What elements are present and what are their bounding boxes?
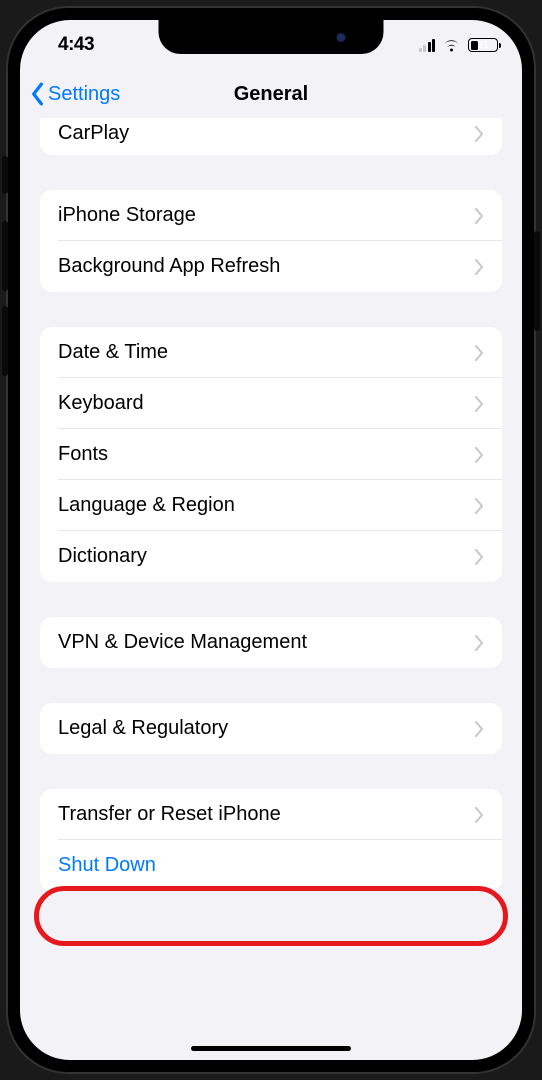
chevron-right-icon xyxy=(475,396,484,412)
section-vpn: VPN & Device Management xyxy=(40,617,502,668)
volume-down-button xyxy=(2,306,8,376)
section-legal: Legal & Regulatory xyxy=(40,703,502,754)
row-label: Language & Region xyxy=(58,494,235,517)
chevron-right-icon xyxy=(475,721,484,737)
mute-switch xyxy=(2,156,8,194)
section-storage: iPhone Storage Background App Refresh xyxy=(40,190,502,292)
row-dictionary[interactable]: Dictionary xyxy=(40,531,502,582)
row-date-time[interactable]: Date & Time xyxy=(40,327,502,378)
cellular-icon xyxy=(419,39,436,52)
row-background-app-refresh[interactable]: Background App Refresh xyxy=(40,241,502,292)
section-locale: Date & Time Keyboard Fonts Language & Re… xyxy=(40,327,502,582)
wifi-icon xyxy=(442,38,461,52)
chevron-right-icon xyxy=(475,498,484,514)
row-label: VPN & Device Management xyxy=(58,631,307,654)
chevron-right-icon xyxy=(475,549,484,565)
row-keyboard[interactable]: Keyboard xyxy=(40,378,502,429)
row-label: Background App Refresh xyxy=(58,255,280,278)
row-fonts[interactable]: Fonts xyxy=(40,429,502,480)
screen: 4:43 31 Settings General xyxy=(20,20,522,1060)
row-language-region[interactable]: Language & Region xyxy=(40,480,502,531)
chevron-right-icon xyxy=(475,126,484,142)
row-carplay[interactable]: CarPlay xyxy=(40,118,502,155)
row-label: iPhone Storage xyxy=(58,204,196,227)
row-iphone-storage[interactable]: iPhone Storage xyxy=(40,190,502,241)
section-carplay: CarPlay xyxy=(40,118,502,155)
chevron-right-icon xyxy=(475,635,484,651)
row-transfer-or-reset[interactable]: Transfer or Reset iPhone xyxy=(40,789,502,840)
home-indicator[interactable] xyxy=(191,1046,351,1051)
row-shut-down[interactable]: Shut Down xyxy=(40,840,502,891)
battery-percent: 31 xyxy=(469,40,497,51)
camera-dot xyxy=(337,33,346,42)
row-label: Keyboard xyxy=(58,392,144,415)
back-label: Settings xyxy=(48,83,120,106)
chevron-right-icon xyxy=(475,447,484,463)
battery-icon: 31 xyxy=(468,38,498,52)
row-legal-regulatory[interactable]: Legal & Regulatory xyxy=(40,703,502,754)
volume-up-button xyxy=(2,221,8,291)
chevron-right-icon xyxy=(475,208,484,224)
section-reset: Transfer or Reset iPhone Shut Down xyxy=(40,789,502,891)
chevron-right-icon xyxy=(475,259,484,275)
row-label: Legal & Regulatory xyxy=(58,717,228,740)
settings-content[interactable]: CarPlay iPhone Storage Background App Re… xyxy=(20,118,522,1060)
status-right: 31 xyxy=(419,38,499,52)
nav-bar: Settings General xyxy=(20,70,522,118)
chevron-right-icon xyxy=(475,345,484,361)
row-label: Transfer or Reset iPhone xyxy=(58,803,281,826)
row-label: Shut Down xyxy=(58,854,156,877)
side-button xyxy=(534,231,540,331)
row-label: Dictionary xyxy=(58,545,147,568)
row-label: Fonts xyxy=(58,443,108,466)
status-time: 4:43 xyxy=(58,34,94,56)
row-label: CarPlay xyxy=(58,122,129,145)
notch xyxy=(159,20,384,54)
chevron-right-icon xyxy=(475,807,484,823)
phone-frame: 4:43 31 Settings General xyxy=(6,6,536,1074)
row-label: Date & Time xyxy=(58,341,168,364)
back-button[interactable]: Settings xyxy=(30,82,120,106)
chevron-left-icon xyxy=(30,82,44,106)
row-vpn-device-management[interactable]: VPN & Device Management xyxy=(40,617,502,668)
